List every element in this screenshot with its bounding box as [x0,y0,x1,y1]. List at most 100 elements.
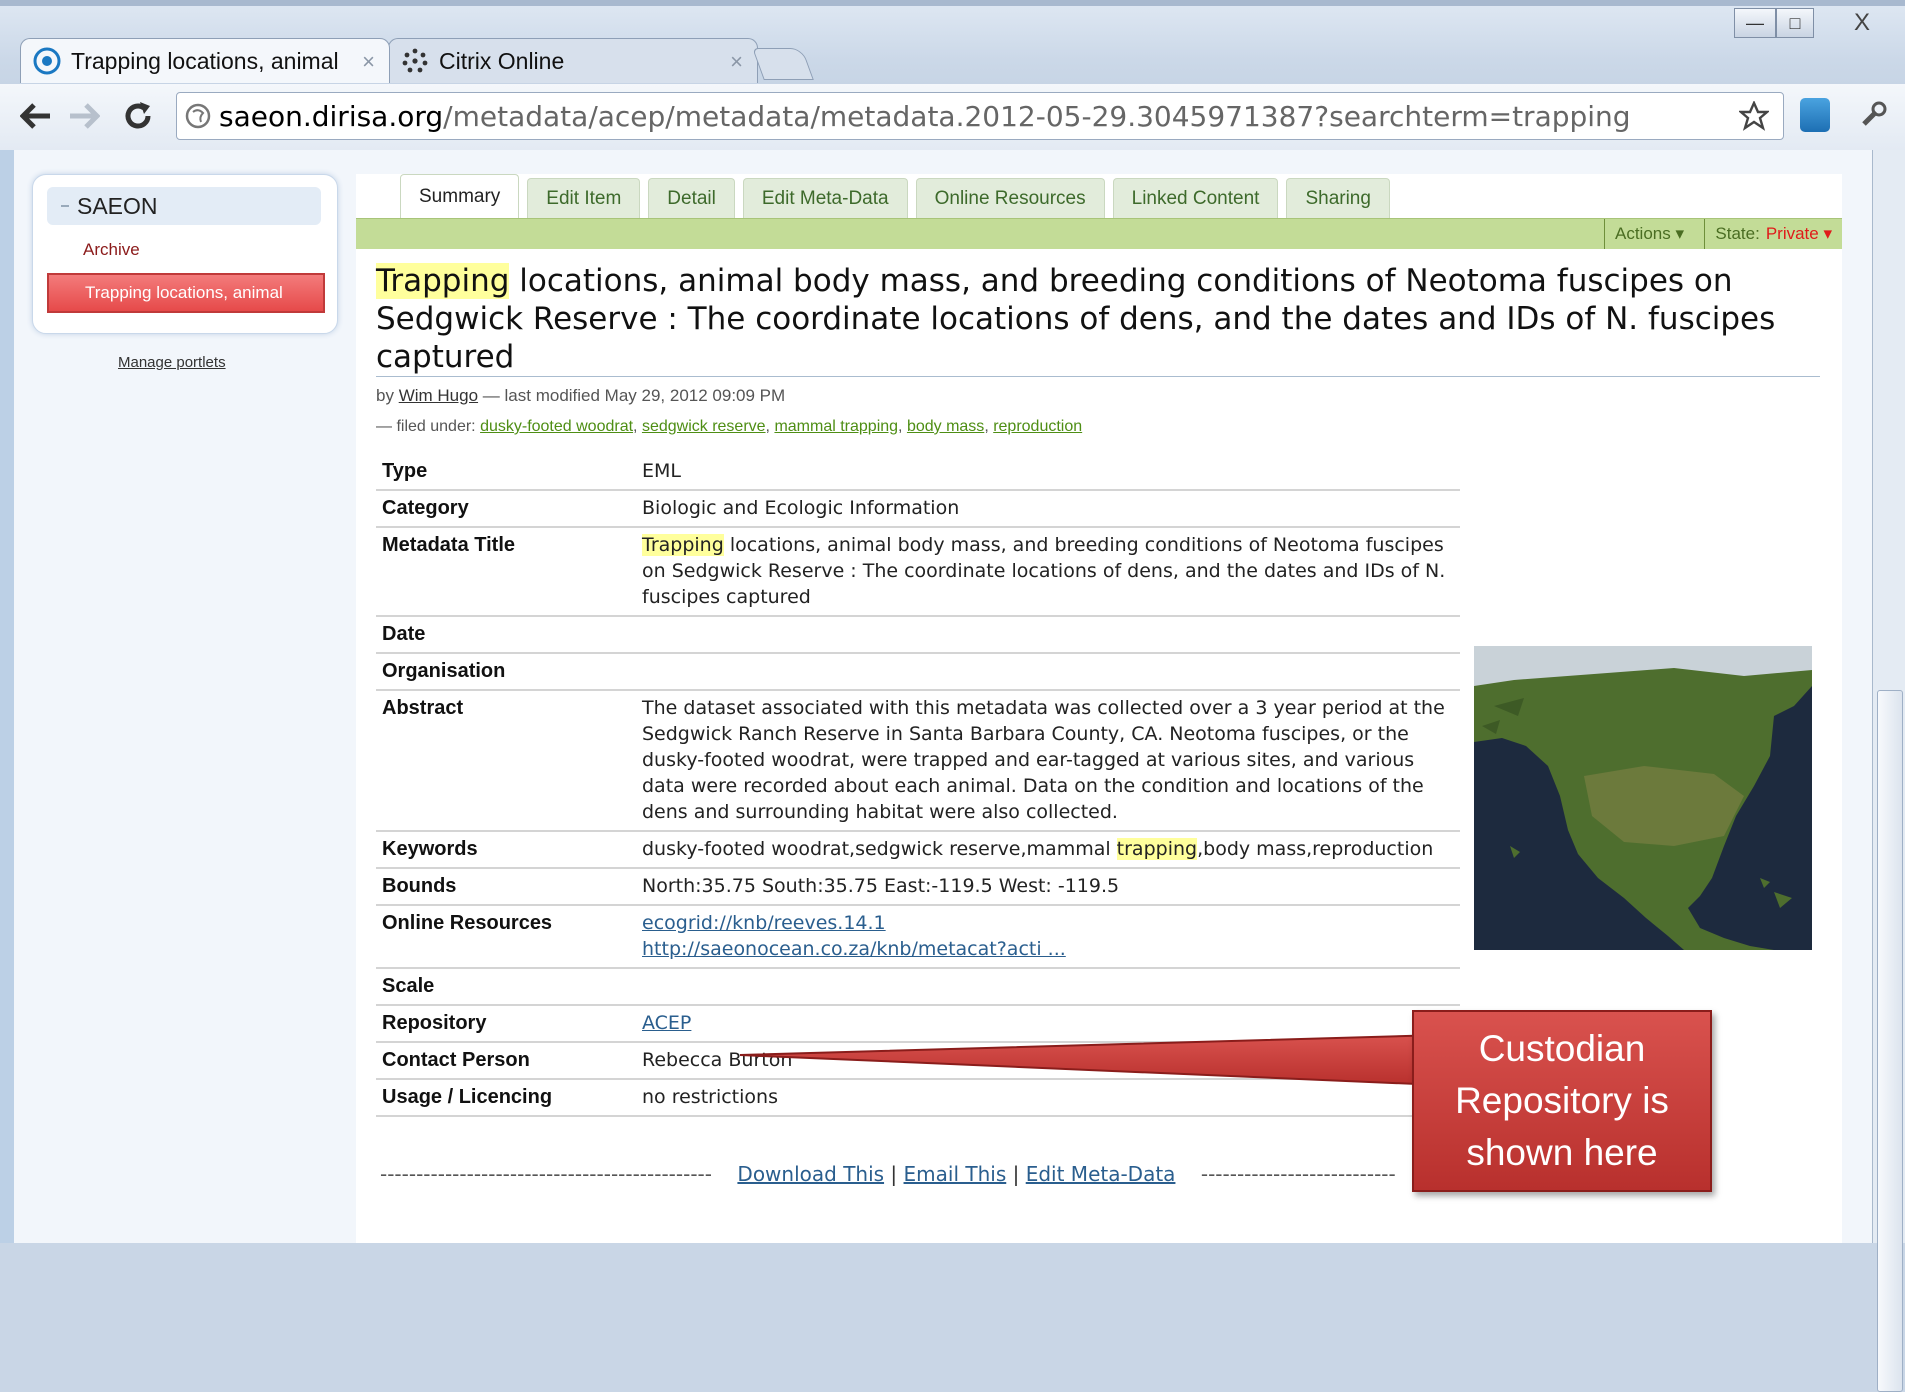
portlet-archive-link[interactable]: Archive [83,240,140,260]
tab-edit-item[interactable]: Edit Item [527,178,641,218]
portlet-selected-item[interactable]: Trapping locations, animal [47,273,325,313]
browser-chrome: Trapping locations, animal × Citrix Onli… [0,0,1905,150]
close-icon[interactable]: × [730,49,743,75]
tag-link[interactable]: reproduction [993,418,1082,435]
navigation-portlet: SAEON Archive Trapping locations, animal [32,174,338,334]
reload-icon [125,102,151,129]
field-label: Keywords [376,831,634,869]
email-link[interactable]: Email This [904,1162,1007,1186]
new-tab-button[interactable] [752,48,814,80]
extension-icon[interactable] [1800,98,1830,132]
field-value: dusky-footed woodrat,sedgwick reserve,ma… [634,831,1460,869]
byline-prefix: by [376,386,394,405]
tab-online-resources[interactable]: Online Resources [915,178,1105,218]
resource-link[interactable]: http://saeonocean.co.za/knb/metacat?acti… [642,938,1066,960]
title-text: locations, animal body mass, and breedin… [376,263,1776,375]
field-value: Biologic and Ecologic Information [634,490,1460,528]
separator: | [890,1162,898,1186]
browser-toolbar: saeon.dirisa.org/metadata/acep/metadata/… [0,84,1905,150]
action-bar: Actions ▾ State: Private ▾ [356,218,1842,249]
footer-actions: ----------------------------------------… [380,1162,1480,1186]
tab-summary[interactable]: Summary [400,174,520,218]
callout-box: Custodian Repository is shown here [1412,1010,1712,1192]
field-label: Organisation [376,653,634,691]
minimize-button[interactable]: — [1734,8,1776,38]
citrix-icon [401,47,429,75]
field-value [634,968,1460,1006]
portlet-header[interactable]: SAEON [47,187,321,225]
page-icon [185,103,211,129]
tab-detail[interactable]: Detail [648,178,735,218]
byline: by Wim Hugo — last modified May 29, 2012… [376,386,785,406]
field-value: ecogrid://knb/reeves.14.1 http://saeonoce… [634,905,1460,969]
close-icon[interactable]: × [362,49,375,75]
minimize-icon: — [1746,12,1764,33]
tag-link[interactable]: sedgwick reserve [642,418,766,435]
content-tabs: Summary Edit Item Detail Edit Meta-Data … [400,174,1390,218]
table-row: Type EML [376,454,1460,491]
reload-button[interactable] [118,96,158,136]
bookmark-star-icon[interactable] [1737,100,1771,138]
globe-icon [33,47,61,75]
maximize-button[interactable]: □ [1776,8,1814,38]
keyword-highlight: trapping [1116,838,1198,860]
tab-edit-meta-data[interactable]: Edit Meta-Data [742,178,908,218]
author-link[interactable]: Wim Hugo [399,386,478,405]
separator: | [1012,1162,1020,1186]
divider-dashes: --------------------------- [1200,1162,1396,1186]
field-label: Date [376,616,634,654]
address-bar[interactable]: saeon.dirisa.org/metadata/acep/metadata/… [176,92,1784,140]
metadata-title-text: locations, animal body mass, and breedin… [642,534,1446,608]
table-row: Scale [376,968,1460,1006]
edit-meta-data-link[interactable]: Edit Meta-Data [1026,1162,1176,1186]
back-button[interactable] [16,96,56,136]
title-divider [376,376,1820,377]
tag-link[interactable]: body mass [907,418,984,435]
field-label: Usage / Licencing [376,1079,634,1117]
last-modified: — last modified May 29, 2012 09:09 PM [482,386,786,405]
field-label: Abstract [376,690,634,832]
resource-link[interactable]: ecogrid://knb/reeves.14.1 [642,912,886,934]
wrench-icon[interactable] [1858,100,1888,130]
state-label: State: [1715,224,1760,243]
url-path: /metadata/acep/metadata/metadata.2012-05… [443,99,1631,133]
close-window-icon: X [1853,9,1870,36]
close-window-button[interactable]: X [1826,8,1898,38]
tag-link[interactable]: mammal trapping [774,418,898,435]
tab-sharing[interactable]: Sharing [1286,178,1390,218]
vertical-scrollbar[interactable] [1872,150,1905,1392]
divider-dashes: ----------------------------------------… [380,1162,712,1186]
actions-menu[interactable]: Actions ▾ [1603,219,1694,249]
maximize-icon: □ [1789,12,1801,33]
page-title: Trapping locations, animal body mass, an… [376,262,1816,376]
table-row: Keywords dusky-footed woodrat,sedgwick re… [376,831,1460,869]
manage-portlets-link[interactable]: Manage portlets [118,354,226,371]
forward-arrow-icon [70,103,100,129]
field-label: Online Resources [376,905,634,969]
table-row: Date [376,616,1460,654]
table-row: Abstract The dataset associated with this… [376,690,1460,832]
table-row: Organisation [376,653,1460,691]
forward-button[interactable] [64,96,104,136]
title-highlight: Trapping [642,534,724,556]
scrollbar-thumb[interactable] [1877,690,1903,1392]
field-value: EML [634,454,1460,491]
tab-trapping-locations[interactable]: Trapping locations, animal × [20,38,390,83]
field-label: Type [376,454,634,491]
tag-link[interactable]: dusky-footed woodrat [480,418,633,435]
field-value: The dataset associated with this metadat… [634,690,1460,832]
tab-linked-content[interactable]: Linked Content [1112,178,1279,218]
field-value [634,616,1460,654]
bounds-map-image [1474,646,1812,950]
tab-citrix-online[interactable]: Citrix Online × [388,38,758,83]
table-row: Online Resources ecogrid://knb/reeves.14.… [376,905,1460,969]
back-arrow-icon [20,103,50,129]
repository-link[interactable]: ACEP [642,1012,691,1034]
url-host: saeon.dirisa.org [219,99,444,133]
state-menu[interactable]: State: Private ▾ [1704,219,1832,249]
field-value: Trapping locations, animal body mass, an… [634,527,1460,617]
table-row: Bounds North:35.75 South:35.75 East:-119.… [376,868,1460,906]
field-label: Metadata Title [376,527,634,617]
field-label: Category [376,490,634,528]
download-link[interactable]: Download This [737,1162,884,1186]
